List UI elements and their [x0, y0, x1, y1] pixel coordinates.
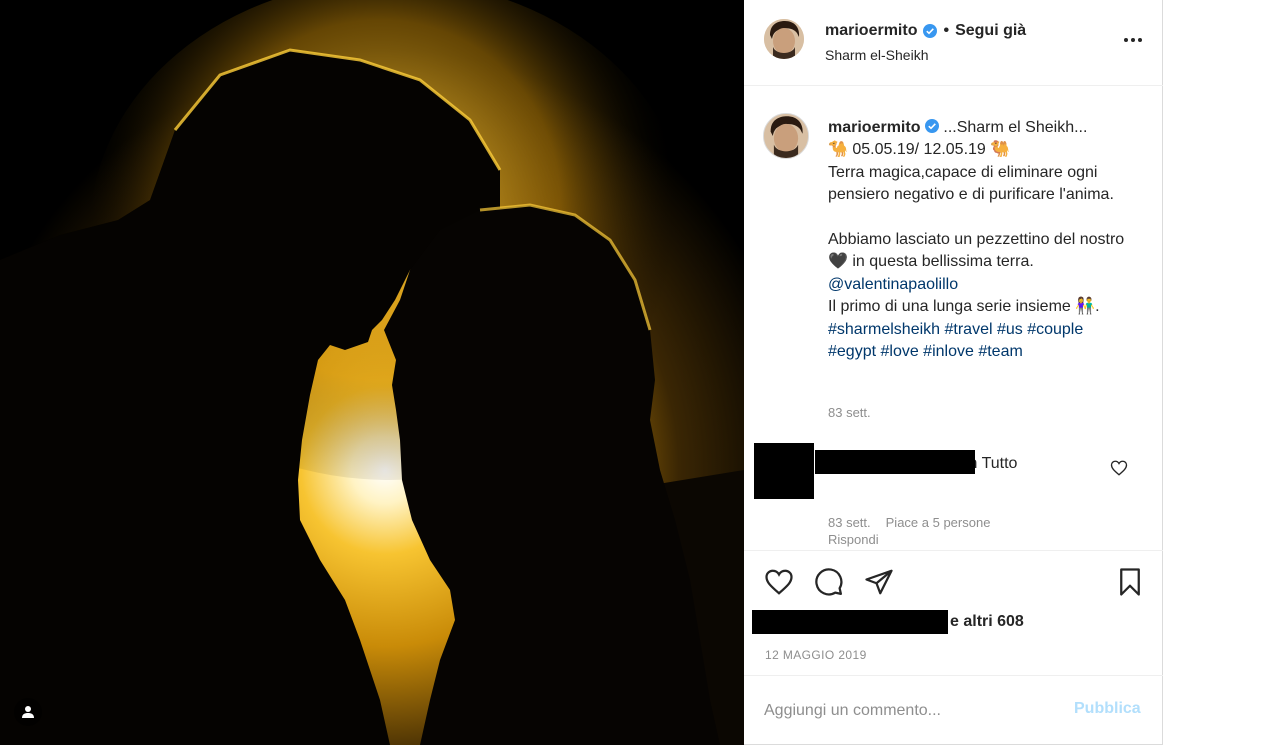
caption-author-avatar[interactable]	[763, 113, 809, 159]
couple-silhouette-image	[0, 0, 744, 745]
like-button[interactable]	[763, 566, 795, 598]
comment-input[interactable]	[764, 698, 1054, 724]
verified-badge-icon	[923, 24, 938, 38]
user-icon	[22, 706, 34, 718]
post-side-panel: marioermito • Segui già Sharm el-Sheikh …	[744, 0, 1163, 745]
comment-like-button[interactable]	[1110, 459, 1128, 477]
heart-icon	[765, 569, 793, 595]
reply-button[interactable]: Rispondi	[828, 532, 879, 547]
post-caption: marioermito ...Sharm el Sheikh... 🐪 05.0…	[828, 117, 1133, 363]
paper-plane-icon	[865, 569, 893, 595]
verified-badge-icon	[924, 119, 939, 133]
comment-likes-count[interactable]: Piace a 5 persone	[886, 515, 991, 530]
comment-meta: 83 sett. Piace a 5 persone	[828, 515, 990, 530]
author-username[interactable]: marioermito	[825, 22, 917, 40]
location-link[interactable]: Sharm el-Sheikh	[825, 47, 929, 63]
redacted-username	[815, 450, 975, 474]
author-avatar[interactable]	[764, 19, 804, 59]
avatar-image	[764, 114, 808, 158]
avatar-image	[764, 19, 804, 59]
publish-button[interactable]: Pubblica	[1074, 700, 1141, 718]
caption-hashtags[interactable]: #sharmelsheikh #travel #us #couple #egyp…	[828, 321, 1088, 360]
comment-button[interactable]	[813, 566, 845, 598]
post-date[interactable]: 12 MAGGIO 2019	[765, 648, 867, 662]
post-header: marioermito • Segui già Sharm el-Sheikh	[744, 0, 1163, 86]
caption-timestamp[interactable]: 83 sett.	[828, 405, 871, 420]
more-dot-icon	[1124, 38, 1128, 42]
comment-item: Siete la perfezione in Tutto 83 sett. Pi…	[754, 441, 1154, 551]
post-photo[interactable]	[0, 0, 744, 745]
caption-text-3: Il primo di una lunga serie insieme 👫.	[828, 298, 1100, 316]
separator-dot: •	[943, 22, 950, 39]
following-button[interactable]: Segui già	[955, 22, 1026, 40]
save-button[interactable]	[1114, 566, 1146, 598]
tagged-user-button[interactable]	[14, 698, 42, 726]
redacted-likers	[752, 610, 948, 634]
more-options-button[interactable]	[1120, 30, 1146, 50]
more-dot-icon	[1138, 38, 1142, 42]
likes-summary[interactable]: e altri 608	[950, 613, 1024, 631]
caption-dates: 🐪 05.05.19/ 12.05.19 🐫	[828, 141, 1011, 159]
redacted-avatar	[754, 443, 814, 499]
header-user-row: marioermito • Segui già	[825, 22, 1026, 40]
speech-bubble-icon	[815, 568, 843, 596]
more-dot-icon	[1131, 38, 1135, 42]
share-button[interactable]	[863, 566, 895, 598]
caption-mention-link[interactable]: @valentinapaolillo	[828, 276, 958, 293]
comment-timestamp[interactable]: 83 sett.	[828, 515, 871, 530]
caption-username[interactable]: marioermito	[828, 119, 920, 136]
comment-composer: Pubblica	[744, 675, 1163, 745]
post-actions: e altri 608 12 MAGGIO 2019	[744, 550, 1163, 675]
caption-text-1: Terra magica,capace di eliminare ogni pe…	[828, 163, 1114, 204]
caption-title: ...Sharm el Sheikh...	[943, 119, 1088, 136]
heart-icon	[1110, 460, 1128, 476]
caption-text-2: Abbiamo lasciato un pezzettino del nostr…	[828, 231, 1129, 271]
bookmark-icon	[1120, 568, 1140, 596]
